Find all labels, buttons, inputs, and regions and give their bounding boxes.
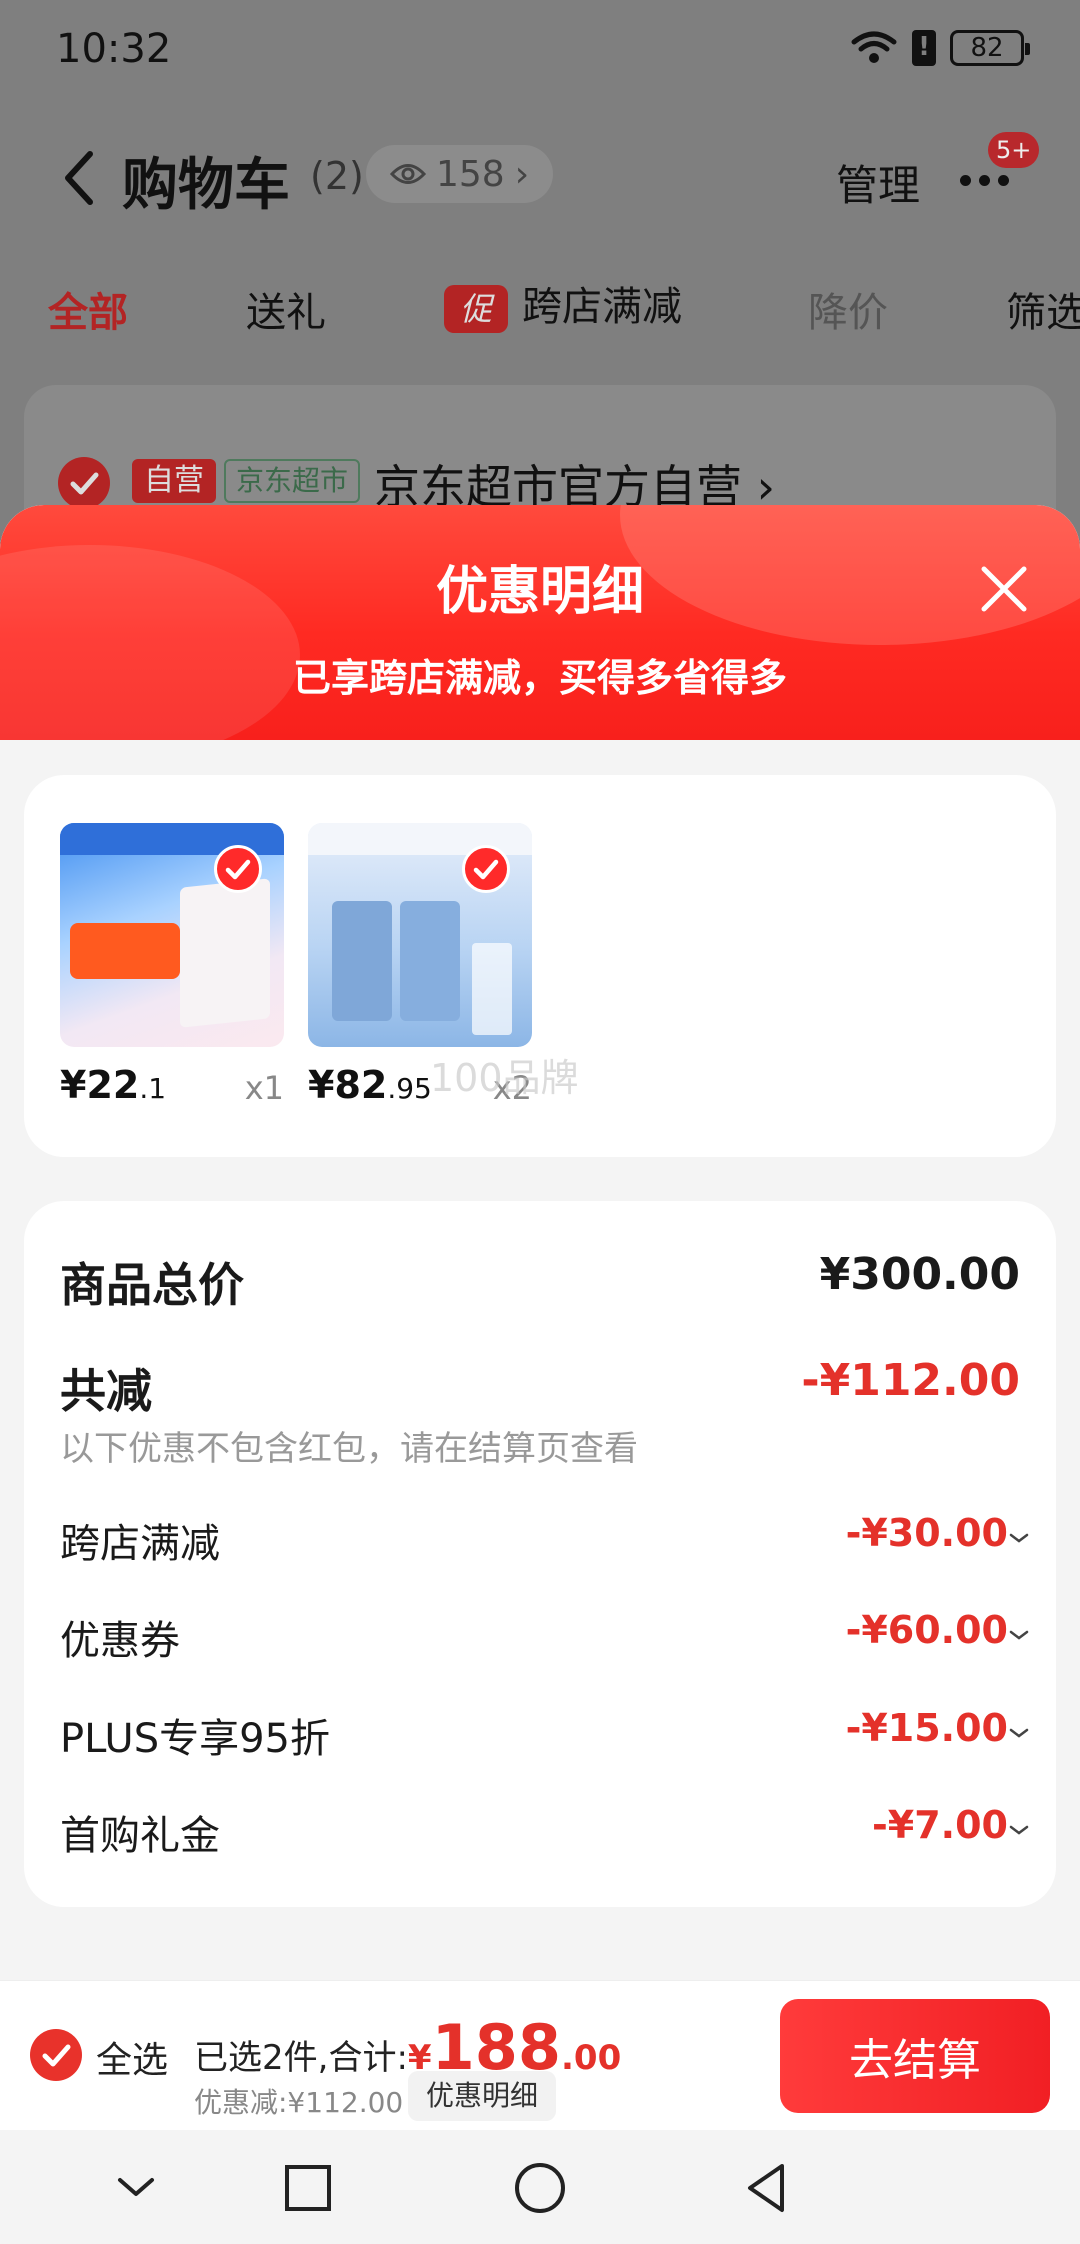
total-price-value: ¥300.00 <box>819 1249 1020 1300</box>
discount-row[interactable]: PLUS专享95折 -¥15.00 <box>60 1706 1029 1766</box>
reduction-note: 以下优惠不包含红包，请在结算页查看 <box>60 1429 638 1469</box>
discount-value: -¥7.00 <box>872 1803 1008 1847</box>
discount-row[interactable]: 优惠券 -¥60.00 <box>60 1608 1029 1668</box>
discount-row[interactable]: 首购礼金 -¥7.00 <box>60 1803 1029 1863</box>
nav-bar: 购物车 (2) 158 › 管理 5+ <box>0 130 1080 220</box>
chevron-down-icon <box>1009 1728 1029 1738</box>
recent-apps-icon[interactable] <box>280 2160 336 2216</box>
reduction-value: -¥112.00 <box>801 1355 1020 1406</box>
selected-prefix: 已选2件,合计: <box>194 2038 408 2078</box>
product-image <box>308 823 532 1047</box>
product-qty: x1 <box>244 1069 284 1107</box>
home-icon[interactable] <box>512 2160 568 2216</box>
watermark: 100品牌 <box>430 1056 579 1100</box>
close-icon[interactable] <box>976 561 1032 617</box>
background-page: 10:32 82 购物车 (2) 158 › 管理 5+ <box>0 0 1080 585</box>
eye-icon <box>390 164 426 184</box>
chevron-down-icon <box>1009 1630 1029 1640</box>
discount-label: 首购礼金 <box>60 1813 220 1859</box>
product-image-box <box>180 878 270 1028</box>
select-all-label[interactable]: 全选 <box>96 2031 168 2083</box>
discount-detail-button[interactable]: 优惠明细 <box>408 2071 557 2121</box>
product-image-can <box>332 901 392 1021</box>
store-check-icon[interactable] <box>58 457 110 509</box>
product-image-glass <box>472 943 512 1035</box>
tab-cross-store-label: 跨店满减 <box>522 284 682 330</box>
total-price-label: 商品总价 <box>60 1258 244 1312</box>
tab-cross-store[interactable]: 促跨店满减 <box>444 274 682 333</box>
select-all-check-icon[interactable] <box>30 2029 82 2081</box>
tab-gift[interactable]: 送礼 <box>246 280 326 338</box>
selected-check-icon <box>214 845 262 893</box>
discount-label: 跨店满减 <box>60 1521 220 1567</box>
discount-value: -¥30.00 <box>845 1511 1008 1555</box>
total-decimal: .00 <box>561 2038 622 2078</box>
total-integer: 188 <box>431 2011 561 2084</box>
product-item[interactable]: ¥82.95 x2 <box>308 823 532 1107</box>
summary-card: 商品总价 ¥300.00 共减 -¥112.00 以下优惠不包含红包，请在结算页… <box>24 1201 1056 1907</box>
chevron-right-icon: › <box>514 153 530 195</box>
product-image-can <box>400 901 460 1021</box>
discount-label: 优惠券 <box>60 1618 180 1664</box>
message-badge: 5+ <box>988 132 1040 168</box>
checkout-button[interactable]: 去结算 <box>780 1999 1050 2113</box>
product-price: ¥22.1 <box>60 1063 167 1107</box>
jd-market-badge: 京东超市 <box>224 459 361 503</box>
promo-tag: 促 <box>444 285 508 333</box>
chevron-down-icon <box>1009 1825 1029 1835</box>
sheet-header: 优惠明细 已享跨店满减，买得多省得多 <box>0 505 1080 740</box>
product-image <box>60 823 284 1047</box>
chevron-down-icon[interactable] <box>108 2160 164 2216</box>
tab-all[interactable]: 全部 <box>48 280 128 338</box>
system-nav-bar <box>0 2130 1080 2244</box>
back-icon[interactable] <box>740 2160 796 2216</box>
selected-total: 已选2件,合计: ¥ 188 .00 <box>194 2017 621 2079</box>
wifi-icon <box>851 31 897 63</box>
views-pill[interactable]: 158 › <box>366 145 554 203</box>
sheet-title: 优惠明细 <box>435 562 644 622</box>
manage-button[interactable]: 管理 <box>836 152 920 213</box>
cart-count: (2) <box>310 154 364 198</box>
self-operated-badge: 自营 <box>132 459 216 503</box>
discount-value: -¥60.00 <box>845 1608 1008 1652</box>
discount-summary: 优惠减:¥112.00 <box>194 2086 404 2119</box>
selected-check-icon <box>462 845 510 893</box>
page-title: 购物车 <box>122 153 290 218</box>
total-price-row: 商品总价 ¥300.00 <box>60 1249 1020 1312</box>
reduction-row: 共减 -¥112.00 <box>60 1355 1020 1418</box>
status-bar: 10:32 82 <box>0 0 1080 100</box>
chevron-down-icon <box>1009 1533 1029 1543</box>
sheet-subtitle: 已享跨店满减，买得多省得多 <box>292 656 787 700</box>
discount-row[interactable]: 跨店满减 -¥30.00 <box>60 1511 1029 1571</box>
back-arrow-icon[interactable] <box>58 148 102 208</box>
reduction-label: 共减 <box>60 1364 152 1418</box>
product-item[interactable]: ¥22.1 x1 <box>60 823 284 1107</box>
status-icons: 82 <box>850 30 1030 66</box>
discount-value: -¥15.00 <box>845 1706 1008 1750</box>
product-image-tag <box>70 923 180 979</box>
discount-label: PLUS专享95折 <box>60 1716 330 1762</box>
checkout-bar: 全选 已选2件,合计: ¥ 188 .00 优惠减:¥112.00 优惠明细 去… <box>0 1980 1080 2130</box>
views-count: 158 <box>436 153 505 195</box>
tab-filter[interactable]: 筛选 <box>1006 280 1080 338</box>
tab-price-drop[interactable]: 降价 <box>808 280 888 338</box>
product-price: ¥82.95 <box>308 1063 432 1107</box>
filter-tabs: 全部 送礼 促跨店满减 降价 筛选 <box>0 280 1080 350</box>
battery-icon: 82 <box>950 30 1030 66</box>
status-time: 10:32 <box>56 26 172 72</box>
battery-warning-icon <box>912 30 936 66</box>
